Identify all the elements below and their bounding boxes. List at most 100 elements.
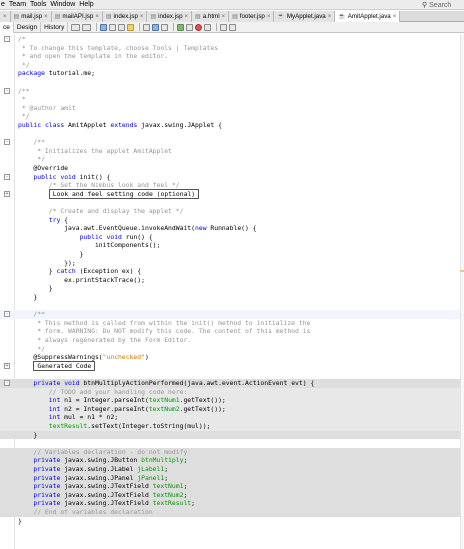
- find-icon[interactable]: [100, 23, 108, 31]
- code-line[interactable]: // Variables declaration - do not modify: [0, 447, 460, 457]
- code-editor[interactable]: - /* * To change this template, choose To…: [0, 34, 464, 549]
- forward-icon[interactable]: [82, 23, 92, 31]
- code-line[interactable]: }: [0, 284, 460, 293]
- close-icon[interactable]: ×: [3, 14, 7, 20]
- toggle-highlight-icon[interactable]: [127, 23, 135, 31]
- toggle-rectangular-icon[interactable]: [143, 23, 151, 31]
- back-icon[interactable]: [71, 23, 81, 31]
- code-line[interactable]: }: [0, 430, 460, 440]
- expand-fold-icon[interactable]: +: [4, 362, 10, 369]
- code-line[interactable]: private javax.swing.JButton btnMultiply;: [0, 456, 460, 465]
- next-bookmark-icon[interactable]: [177, 23, 185, 31]
- uncomment-icon[interactable]: [229, 23, 237, 31]
- code-line[interactable]: }: [0, 293, 460, 302]
- code-line[interactable]: private javax.swing.JLabel jLabel1;: [0, 465, 460, 474]
- code-line[interactable]: public void run() {: [0, 233, 460, 242]
- tab-footer-jsp[interactable]: ▤ footer.jsp ×: [229, 11, 275, 22]
- code-line[interactable]: */: [0, 61, 460, 70]
- code-line[interactable]: textResult.setText(Integer.toString(mul)…: [0, 422, 460, 431]
- tab-index-jsp-2[interactable]: ▤ index.jsp ×: [147, 11, 193, 22]
- code-line[interactable]: *: [0, 95, 460, 104]
- code-line[interactable]: }: [0, 250, 460, 259]
- code-line[interactable]: [0, 302, 460, 311]
- collapse-fold-icon[interactable]: -: [4, 380, 10, 386]
- code-line[interactable]: [0, 370, 460, 379]
- code-line[interactable]: - /**: [0, 310, 460, 319]
- code-line[interactable]: - /**: [0, 87, 460, 96]
- tab-history[interactable]: History: [41, 21, 69, 33]
- code-line[interactable]: int n1 = Integer.parseInt(textNum1.getTe…: [0, 396, 460, 405]
- code-line[interactable]: + Generated Code: [0, 360, 460, 371]
- tab-mail-jsp[interactable]: ▤ mail.jsp ×: [10, 11, 52, 22]
- code-line[interactable]: * and open the template in the editor.: [0, 52, 460, 61]
- code-line[interactable]: public class AmitApplet extends javax.sw…: [0, 121, 460, 130]
- code-line[interactable]: */: [0, 112, 460, 121]
- close-icon[interactable]: ×: [222, 14, 226, 20]
- code-line[interactable]: - /**: [0, 138, 460, 147]
- code-line[interactable]: private javax.swing.JTextField textResul…: [0, 499, 460, 508]
- code-line[interactable]: });: [0, 259, 460, 268]
- tab-amitapplet-java[interactable]: ☕ AmitApplet.java ×: [335, 11, 401, 22]
- code-line[interactable]: int n2 = Integer.parseInt(textNum2.getTe…: [0, 404, 460, 414]
- menu-tools[interactable]: Tools: [28, 0, 48, 10]
- menu-team[interactable]: Team: [7, 0, 28, 10]
- tab-source[interactable]: ce: [0, 21, 14, 33]
- code-line[interactable]: [0, 130, 460, 139]
- collapse-fold-icon[interactable]: -: [4, 173, 10, 180]
- code-line[interactable]: * always regenerated by the Form Editor.: [0, 336, 460, 345]
- comment-icon[interactable]: [220, 23, 228, 31]
- toggle-bookmark-icon[interactable]: [152, 23, 160, 31]
- previous-bookmark-icon[interactable]: [161, 23, 169, 31]
- code-line[interactable]: // End of variables declaration: [0, 508, 460, 517]
- menu-edit[interactable]: e: [0, 0, 7, 10]
- close-icon[interactable]: ×: [328, 14, 332, 20]
- expand-fold-icon[interactable]: +: [4, 190, 10, 197]
- stop-macro-icon[interactable]: [204, 23, 212, 31]
- close-icon[interactable]: ×: [267, 14, 271, 20]
- menu-window[interactable]: Window: [48, 0, 77, 10]
- code-line[interactable]: * This method is called from within the …: [0, 319, 460, 328]
- code-line[interactable]: @Override: [0, 164, 460, 173]
- code-line[interactable]: [0, 78, 460, 87]
- code-line[interactable]: // TODO add your handling code here:: [0, 387, 460, 397]
- code-line[interactable]: /* Create and display the applet */: [0, 207, 460, 216]
- code-line[interactable]: [0, 439, 460, 448]
- tab-partial[interactable]: ×: [0, 11, 11, 22]
- code-line[interactable]: * To change this template, choose Tools …: [0, 44, 460, 53]
- collapse-fold-icon[interactable]: -: [4, 87, 10, 94]
- code-line[interactable]: */: [0, 155, 460, 164]
- code-line[interactable]: private javax.swing.JPanel jPanel1;: [0, 473, 460, 483]
- tab-design[interactable]: Design: [14, 21, 42, 33]
- tab-myapplet-java[interactable]: ☕ MyApplet.java ×: [274, 11, 336, 22]
- code-line[interactable]: }: [0, 517, 460, 526]
- collapse-fold-icon[interactable]: -: [4, 36, 10, 42]
- error-stripe[interactable]: [460, 34, 464, 549]
- find-previous-icon[interactable]: [109, 23, 117, 31]
- menu-help[interactable]: Help: [77, 0, 95, 10]
- code-line[interactable]: * @author amit: [0, 104, 460, 113]
- error-stripe-mark[interactable]: [460, 270, 464, 272]
- code-line[interactable]: [0, 198, 460, 207]
- find-next-icon[interactable]: [118, 23, 126, 31]
- code-line[interactable]: - /*: [0, 35, 460, 44]
- code-line[interactable]: * Initializes the applet AmitApplet: [0, 147, 460, 156]
- code-line[interactable]: } catch (Exception ex) {: [0, 267, 460, 276]
- shift-left-icon[interactable]: [186, 23, 194, 31]
- code-line[interactable]: try {: [0, 216, 460, 225]
- code-line[interactable]: initComponents();: [0, 241, 460, 250]
- tab-a-html[interactable]: ▤ a.html ×: [192, 11, 230, 22]
- tab-index-jsp-1[interactable]: ▤ index.jsp ×: [102, 11, 148, 22]
- code-line[interactable]: java.awt.EventQueue.invokeAndWait(new Ru…: [0, 224, 460, 233]
- start-macro-icon[interactable]: [195, 23, 203, 31]
- code-line[interactable]: package tutorial.me;: [0, 69, 460, 78]
- close-icon[interactable]: ×: [95, 14, 99, 20]
- search-box[interactable]: ⚲ Search: [422, 0, 462, 10]
- code-line[interactable]: + Look and feel setting code (optional): [0, 188, 460, 199]
- code-line[interactable]: * form. WARNING: Do NOT modify this code…: [0, 327, 460, 336]
- code-line[interactable]: private javax.swing.JTextField textNum2;: [0, 490, 460, 500]
- close-icon[interactable]: ×: [185, 14, 189, 20]
- collapse-fold-icon[interactable]: -: [4, 139, 10, 146]
- code-line[interactable]: - public void init() {: [0, 173, 460, 182]
- collapse-fold-icon[interactable]: -: [4, 311, 10, 318]
- close-icon[interactable]: ×: [393, 14, 397, 20]
